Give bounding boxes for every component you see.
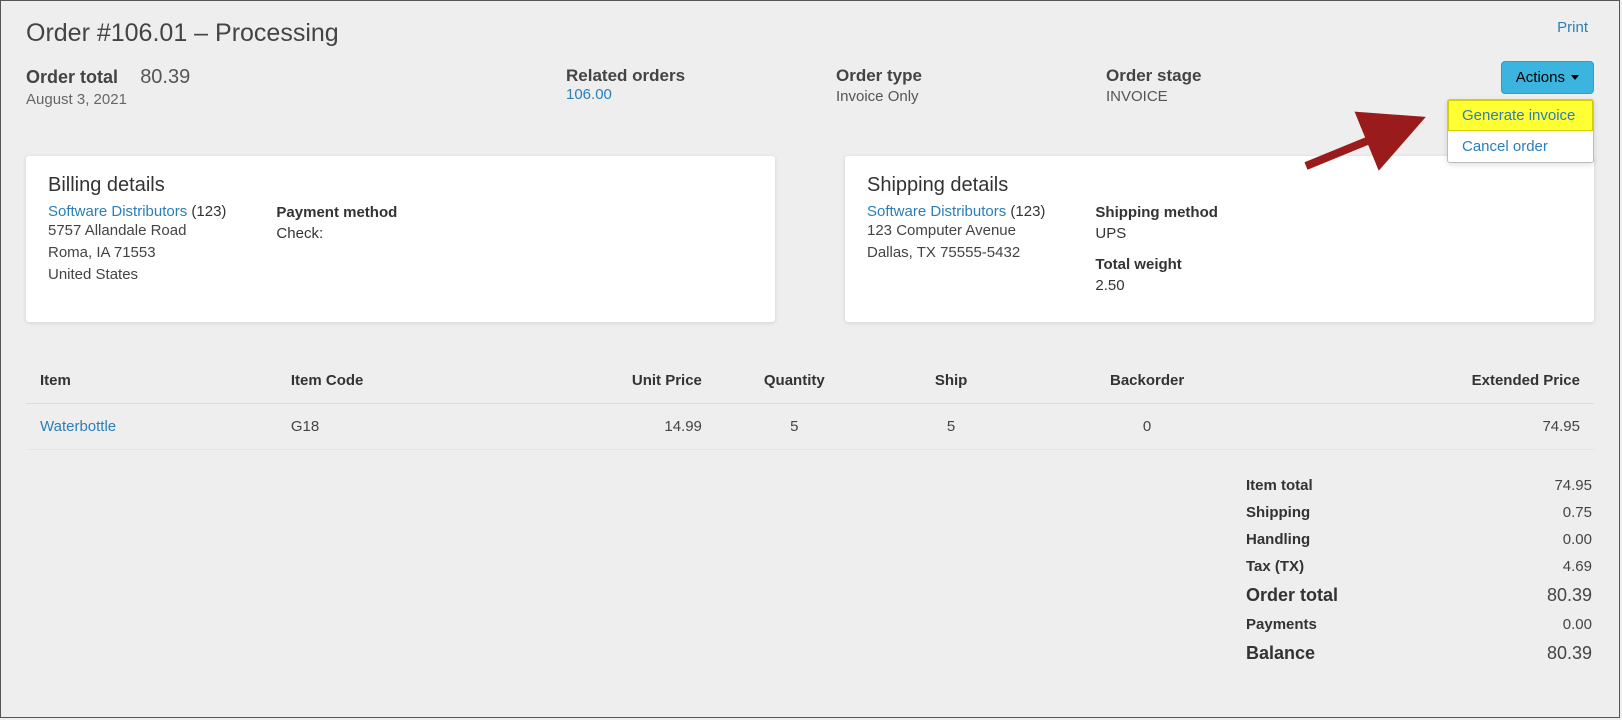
shipping-line1: 123 Computer Avenue — [867, 220, 1045, 242]
actions-button-label: Actions — [1516, 69, 1565, 86]
caret-down-icon — [1571, 75, 1579, 80]
order-stage-label: Order stage — [1106, 66, 1336, 86]
billing-heading: Billing details — [48, 174, 226, 197]
billing-line2: Roma, IA 71553 — [48, 242, 226, 264]
col-item: Item — [26, 362, 277, 404]
balance-label: Balance — [1246, 643, 1315, 664]
item-code: G18 — [277, 404, 497, 450]
billing-line3: United States — [48, 264, 226, 286]
shipping-method-value: UPS — [1095, 225, 1217, 242]
shipping-heading: Shipping details — [867, 174, 1045, 197]
payment-method-label: Payment method — [276, 204, 397, 221]
col-code: Item Code — [277, 362, 497, 404]
totals-panel: Item total 74.95 Shipping 0.75 Handling 0.0… — [1244, 472, 1594, 669]
billing-card: Billing details Software Distributors (1… — [26, 156, 775, 322]
total-weight-label: Total weight — [1095, 256, 1217, 273]
payment-method-value: Check: — [276, 225, 397, 242]
summary-related: Related orders 106.00 — [566, 66, 796, 126]
billing-line1: 5757 Allandale Road — [48, 220, 226, 242]
item-link[interactable]: Waterbottle — [40, 418, 116, 435]
actions-button[interactable]: Actions — [1501, 61, 1594, 94]
order-total-value: 80.39 — [140, 66, 190, 88]
action-generate-invoice[interactable]: Generate invoice — [1448, 100, 1593, 131]
order-total-label-b: Order total — [1246, 585, 1338, 606]
related-orders-label: Related orders — [566, 66, 796, 86]
col-unit: Unit Price — [496, 362, 716, 404]
items-header-row: Item Item Code Unit Price Quantity Ship … — [26, 362, 1594, 404]
summary-stage: Order stage INVOICE — [1106, 66, 1336, 126]
shipping-total-label: Shipping — [1246, 504, 1310, 521]
page-title: Order #106.01 – Processing — [26, 19, 1594, 48]
order-total-value-b: 80.39 — [1547, 585, 1592, 606]
related-order-link[interactable]: 106.00 — [566, 86, 796, 103]
shipping-card: Shipping details Software Distributors (… — [845, 156, 1594, 322]
col-qty: Quantity — [716, 362, 873, 404]
order-total-label: Order total — [26, 67, 118, 87]
payments-label: Payments — [1246, 616, 1317, 633]
col-ext: Extended Price — [1265, 362, 1594, 404]
billing-company-code: (123) — [191, 203, 226, 220]
order-type-value: Invoice Only — [836, 88, 1066, 105]
shipping-company-link[interactable]: Software Distributors — [867, 203, 1006, 220]
shipping-total-value: 0.75 — [1563, 504, 1592, 521]
total-weight-value: 2.50 — [1095, 277, 1217, 294]
shipping-line2: Dallas, TX 75555-5432 — [867, 242, 1045, 264]
item-total-label: Item total — [1246, 477, 1313, 494]
tax-value: 4.69 — [1563, 558, 1592, 575]
item-back: 0 — [1030, 404, 1265, 450]
order-type-label: Order type — [836, 66, 1066, 86]
table-row: Waterbottle G18 14.99 5 5 0 74.95 — [26, 404, 1594, 450]
print-link[interactable]: Print — [1557, 19, 1588, 36]
handling-label: Handling — [1246, 531, 1310, 548]
items-table: Item Item Code Unit Price Quantity Ship … — [26, 362, 1594, 450]
summary-type: Order type Invoice Only — [836, 66, 1066, 126]
payments-value: 0.00 — [1563, 616, 1592, 633]
summary-order-total: Order total 80.39 August 3, 2021 — [26, 66, 526, 126]
item-unit: 14.99 — [496, 404, 716, 450]
shipping-method-label: Shipping method — [1095, 204, 1217, 221]
balance-value: 80.39 — [1547, 643, 1592, 664]
order-stage-value: INVOICE — [1106, 88, 1336, 105]
item-qty: 5 — [716, 404, 873, 450]
item-ext: 74.95 — [1265, 404, 1594, 450]
col-back: Backorder — [1030, 362, 1265, 404]
tax-label: Tax (TX) — [1246, 558, 1304, 575]
handling-value: 0.00 — [1563, 531, 1592, 548]
order-date: August 3, 2021 — [26, 91, 526, 108]
actions-dropdown: Generate invoice Cancel order — [1447, 99, 1594, 163]
action-cancel-order[interactable]: Cancel order — [1448, 131, 1593, 162]
col-ship: Ship — [873, 362, 1030, 404]
shipping-company-code: (123) — [1010, 203, 1045, 220]
billing-company-link[interactable]: Software Distributors — [48, 203, 187, 220]
item-ship: 5 — [873, 404, 1030, 450]
item-total-value: 74.95 — [1554, 477, 1592, 494]
